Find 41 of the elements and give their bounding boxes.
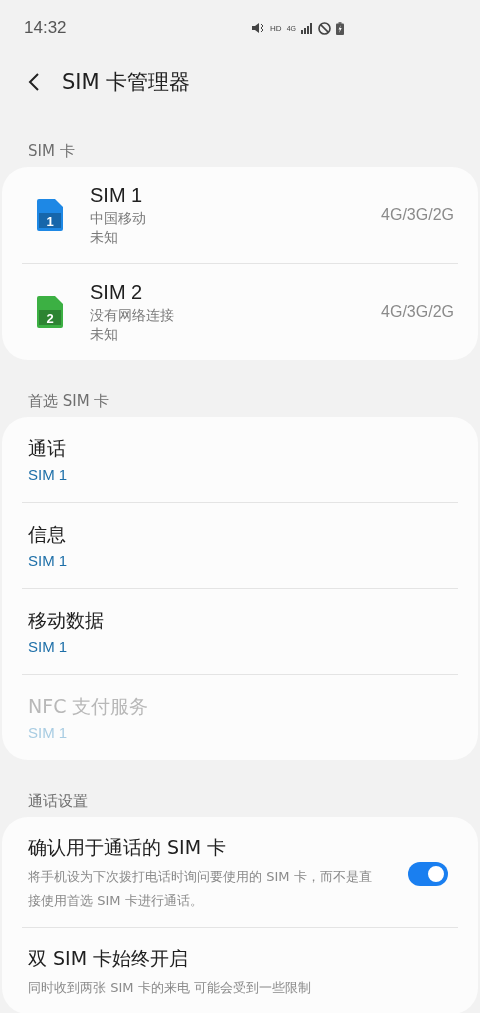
preference-value: SIM 1 — [28, 724, 69, 741]
section-header: SIM 卡 — [27, 141, 76, 162]
sim-card-icon: 2 — [37, 296, 63, 328]
blocked-icon — [318, 21, 331, 35]
sim-card-item[interactable]: 1 SIM 1 中国移动 未知 4G/3G/2G — [22, 167, 458, 263]
sim-status: 未知 — [90, 227, 119, 247]
setting-item[interactable]: 双 SIM 卡始终开启 同时收到两张 SIM 卡的来电 可能会受到一些限制 — [22, 928, 458, 1013]
status-time: 14:32 — [24, 18, 67, 38]
setting-label: 双 SIM 卡始终开启 — [28, 946, 190, 971]
preference-label: NFC 支付服务 — [28, 694, 150, 719]
preference-label: 信息 — [28, 522, 67, 547]
vibrate-icon — [251, 21, 266, 35]
sim-status: 未知 — [90, 324, 119, 344]
page-title: SIM 卡管理器 — [62, 69, 191, 96]
preference-value: SIM 1 — [28, 552, 69, 569]
hd-label: HD — [270, 23, 282, 33]
preference-item[interactable]: 移动数据 SIM 1 — [22, 589, 458, 674]
preference-label: 移动数据 — [28, 608, 105, 633]
sim-name: SIM 2 — [90, 280, 144, 304]
sim-card-item[interactable]: 2 SIM 2 没有网络连接 未知 4G/3G/2G — [22, 264, 458, 360]
network-mode: 4G/3G/2G — [381, 303, 454, 321]
sim-card-icon: 1 — [37, 199, 63, 231]
battery-icon — [336, 21, 344, 35]
carrier-label: 没有网络连接 — [90, 305, 175, 325]
section-header: 通话设置 — [27, 791, 89, 812]
toggle-switch[interactable] — [408, 862, 448, 886]
setting-description: 将手机设为下次拨打电话时询问要使用的 SIM 卡，而不是直接使用首选 SIM 卡进行通话。 — [28, 868, 373, 910]
preference-value: SIM 1 — [28, 466, 69, 483]
setting-label: 确认用于通话的 SIM 卡 — [28, 835, 228, 860]
preference-item[interactable]: 通话 SIM 1 — [22, 417, 458, 502]
section-header: 首选 SIM 卡 — [27, 391, 111, 412]
network-mode: 4G/3G/2G — [381, 206, 454, 224]
preference-value: SIM 1 — [28, 638, 69, 655]
preference-item[interactable]: 信息 SIM 1 — [22, 503, 458, 588]
preference-label: 通话 — [28, 436, 67, 461]
back-button[interactable] — [28, 72, 40, 92]
signal-icon — [301, 22, 313, 34]
carrier-label: 中国移动 — [90, 208, 147, 228]
setting-description: 同时收到两张 SIM 卡的来电 可能会受到一些限制 — [28, 979, 312, 997]
sim-name: SIM 1 — [90, 183, 144, 207]
setting-item[interactable]: 确认用于通话的 SIM 卡 将手机设为下次拨打电话时询问要使用的 SIM 卡，而不是直接使用首选 SIM 卡进行通话。 — [22, 817, 458, 927]
